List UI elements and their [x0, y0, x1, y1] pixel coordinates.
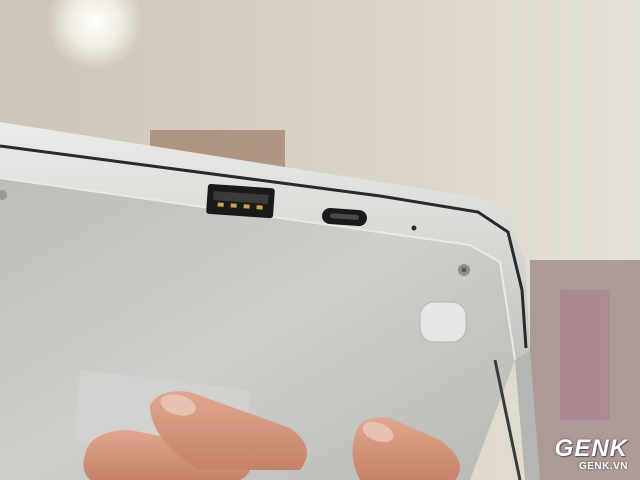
- photo-scene: GENK GENK.VN: [0, 0, 640, 480]
- usb-a-port: [206, 183, 275, 219]
- watermark-url-text: GENK.VN: [578, 461, 628, 472]
- genk-watermark: GENK GENK.VN: [555, 437, 628, 472]
- watermark-logo-text: GENK: [554, 435, 628, 462]
- usb-c-port: [322, 208, 367, 227]
- rubber-foot: [419, 301, 467, 343]
- status-led: [411, 225, 417, 231]
- photo-illustration: [0, 0, 640, 480]
